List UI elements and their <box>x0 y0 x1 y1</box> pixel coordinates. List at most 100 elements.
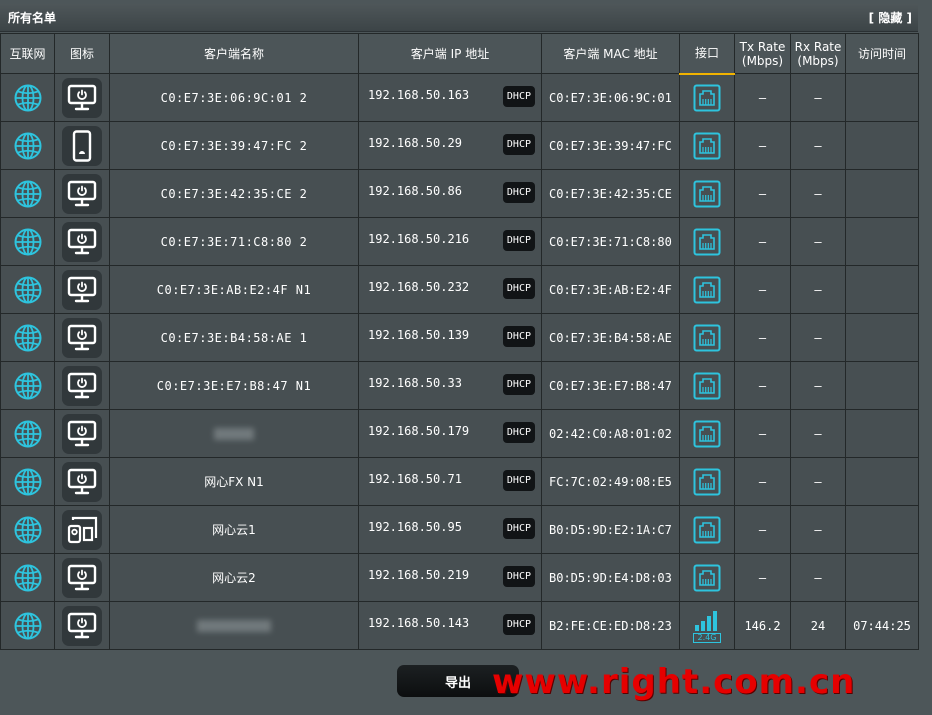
access-time-cell <box>845 313 919 362</box>
client-name-cell[interactable]: C0:E7:3E:E7:B8:47 N1 <box>109 361 359 410</box>
internet-cell[interactable] <box>0 265 55 314</box>
device-icon-cell[interactable] <box>54 121 110 170</box>
device-icon-cell[interactable] <box>54 361 110 410</box>
device-icon-cell[interactable] <box>54 409 110 458</box>
interface-cell <box>679 553 735 602</box>
col-internet[interactable]: 互联网 <box>0 33 55 74</box>
interface-cell <box>679 121 735 170</box>
col-rx-rate[interactable]: Rx Rate (Mbps) <box>790 33 846 74</box>
client-mac-cell: C0:E7:3E:06:9C:01 <box>541 73 680 122</box>
internet-cell[interactable] <box>0 457 55 506</box>
table-row[interactable]: C0:E7:3E:AB:E2:4F N1 192.168.50.232 DHCP C0… <box>0 265 919 314</box>
device-type-button[interactable] <box>62 365 102 406</box>
tx-rate-cell: – <box>734 265 791 314</box>
table-row[interactable]: 192.168.50.179 DHCP 02:42:C0:A8:01:02 – – <box>0 409 919 458</box>
device-icon-cell[interactable] <box>54 601 110 650</box>
table-row[interactable]: 192.168.50.143 DHCP B2:FE:CE:ED:D8:23 2.4G 1… <box>0 601 919 650</box>
hide-link[interactable]: [ 隐藏 ] <box>869 9 912 26</box>
device-icon-cell[interactable] <box>54 217 110 266</box>
device-icon-cell[interactable] <box>54 73 110 122</box>
client-name-cell[interactable]: C0:E7:3E:B4:58:AE 1 <box>109 313 359 362</box>
table-row[interactable]: C0:E7:3E:E7:B8:47 N1 192.168.50.33 DHCP C0:… <box>0 361 919 410</box>
access-time-cell <box>845 361 919 410</box>
ip-address: 192.168.50.232 <box>368 279 470 294</box>
table-row[interactable]: C0:E7:3E:B4:58:AE 1 192.168.50.139 DHCP C0:… <box>0 313 919 362</box>
device-type-button[interactable] <box>62 317 102 358</box>
internet-cell[interactable] <box>0 553 55 602</box>
client-name-cell[interactable]: C0:E7:3E:42:35:CE 2 <box>109 169 359 218</box>
table-row[interactable]: 网心FX N1 192.168.50.71 DHCP FC:7C:02:49:08:E… <box>0 457 919 506</box>
device-icon-cell[interactable] <box>54 265 110 314</box>
interface-cell <box>679 457 735 506</box>
access-time-cell: 07:44:25 <box>845 601 919 650</box>
col-icon[interactable]: 图标 <box>54 33 110 74</box>
rx-rate-cell: – <box>790 169 846 218</box>
rx-rate-cell: – <box>790 553 846 602</box>
client-name-cell[interactable]: C0:E7:3E:AB:E2:4F N1 <box>109 265 359 314</box>
device-icon-cell[interactable] <box>54 457 110 506</box>
devices-icon <box>67 516 98 543</box>
device-icon-cell[interactable] <box>54 505 110 554</box>
internet-cell[interactable] <box>0 169 55 218</box>
globe-icon <box>14 324 41 351</box>
client-name-cell[interactable]: C0:E7:3E:39:47:FC 2 <box>109 121 359 170</box>
table-row[interactable]: 网心云1 192.168.50.95 DHCP B0:D5:9D:E2:1A:C7 – – <box>0 505 919 554</box>
col-client-name[interactable]: 客户端名称 <box>109 33 359 74</box>
device-type-button[interactable] <box>62 557 102 598</box>
device-icon-cell[interactable] <box>54 553 110 602</box>
internet-cell[interactable] <box>0 217 55 266</box>
client-name-cell[interactable]: 网心FX N1 <box>109 457 359 506</box>
client-name-cell[interactable]: C0:E7:3E:71:C8:80 2 <box>109 217 359 266</box>
monitor-icon <box>67 468 97 494</box>
internet-cell[interactable] <box>0 505 55 554</box>
tx-rate-cell: 146.2 <box>734 601 791 650</box>
phone-icon <box>72 129 92 162</box>
device-type-button[interactable] <box>62 221 102 262</box>
client-name-cell[interactable]: C0:E7:3E:06:9C:01 2 <box>109 73 359 122</box>
rx-rate-cell: – <box>790 361 846 410</box>
client-name-cell[interactable] <box>109 601 359 650</box>
client-ip-cell: 192.168.50.143 DHCP <box>358 601 542 650</box>
table-row[interactable]: C0:E7:3E:06:9C:01 2 192.168.50.163 DHCP C0:… <box>0 73 919 122</box>
interface-cell <box>679 409 735 458</box>
device-icon-cell[interactable] <box>54 169 110 218</box>
globe-icon <box>14 132 41 159</box>
rx-rate-unit: (Mbps) <box>797 53 839 68</box>
table-row[interactable]: C0:E7:3E:71:C8:80 2 192.168.50.216 DHCP C0:… <box>0 217 919 266</box>
client-mac-cell: C0:E7:3E:42:35:CE <box>541 169 680 218</box>
device-type-button[interactable] <box>62 461 102 502</box>
device-type-button[interactable] <box>62 125 102 166</box>
table-body: C0:E7:3E:06:9C:01 2 192.168.50.163 DHCP C0:… <box>0 73 919 650</box>
access-time-cell <box>845 121 919 170</box>
col-client-mac[interactable]: 客户端 MAC 地址 <box>541 33 680 74</box>
rx-rate-cell: – <box>790 313 846 362</box>
device-icon-cell[interactable] <box>54 313 110 362</box>
table-row[interactable]: C0:E7:3E:42:35:CE 2 192.168.50.86 DHCP C0:E… <box>0 169 919 218</box>
device-type-button[interactable] <box>62 173 102 214</box>
internet-cell[interactable] <box>0 313 55 362</box>
client-name-cell[interactable]: 网心云2 <box>109 553 359 602</box>
device-type-button[interactable] <box>62 605 102 646</box>
table-row[interactable]: 网心云2 192.168.50.219 DHCP B0:D5:9D:E4:D8:03 –… <box>0 553 919 602</box>
client-name-cell[interactable] <box>109 409 359 458</box>
client-ip-cell: 192.168.50.29 DHCP <box>358 121 542 170</box>
col-interface[interactable]: 接口 <box>679 33 735 75</box>
ethernet-icon <box>693 276 721 303</box>
col-access-time[interactable]: 访问时间 <box>845 33 919 74</box>
col-tx-rate[interactable]: Tx Rate (Mbps) <box>734 33 791 74</box>
internet-cell[interactable] <box>0 601 55 650</box>
device-type-button[interactable] <box>62 269 102 310</box>
device-type-button[interactable] <box>62 413 102 454</box>
tx-rate-cell: – <box>734 313 791 362</box>
internet-cell[interactable] <box>0 409 55 458</box>
client-name-cell[interactable]: 网心云1 <box>109 505 359 554</box>
device-type-button[interactable] <box>62 77 102 118</box>
col-client-ip[interactable]: 客户端 IP 地址 <box>358 33 542 74</box>
table-header-row: 互联网 图标 客户端名称 客户端 IP 地址 客户端 MAC 地址 接口 Tx … <box>0 33 919 75</box>
table-row[interactable]: C0:E7:3E:39:47:FC 2 192.168.50.29 DHCP C0:E… <box>0 121 919 170</box>
ip-address: 192.168.50.216 <box>368 231 470 246</box>
internet-cell[interactable] <box>0 121 55 170</box>
internet-cell[interactable] <box>0 361 55 410</box>
internet-cell[interactable] <box>0 73 55 122</box>
device-type-button[interactable] <box>62 509 102 550</box>
